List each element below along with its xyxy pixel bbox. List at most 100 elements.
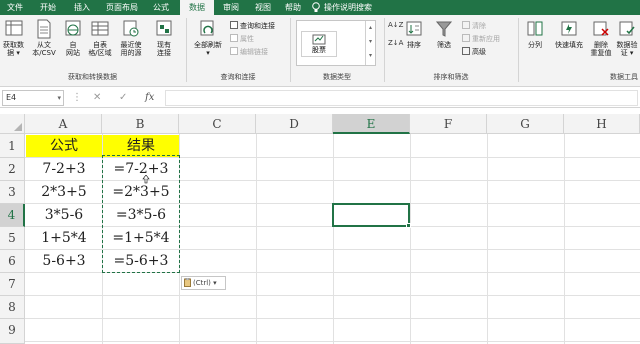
row-header-2[interactable]: 2 bbox=[0, 158, 25, 181]
get-data-label-2: 据 ▾ bbox=[7, 49, 20, 57]
select-all-corner[interactable] bbox=[0, 114, 25, 134]
data-types-gallery[interactable]: 股票 ▴ ▾ ▾ bbox=[296, 20, 376, 66]
cell-a5[interactable]: 1+5*4 bbox=[26, 227, 102, 249]
row-header-9[interactable]: 9 bbox=[0, 319, 25, 344]
more-options-icon[interactable]: ⋮ bbox=[72, 91, 82, 105]
spreadsheet-grid: A B C D E F G H 1 2 3 4 5 6 7 8 9 公式 结果 … bbox=[0, 114, 640, 344]
from-web-label-1: 自 bbox=[69, 41, 77, 49]
row-header-8[interactable]: 8 bbox=[0, 296, 25, 319]
group-label-queries: 查询和连接 bbox=[220, 73, 256, 81]
reapply-icon bbox=[462, 34, 470, 42]
edit-links-button[interactable]: 编辑链接 bbox=[230, 47, 268, 57]
column-header-c[interactable]: C bbox=[179, 114, 256, 134]
column-header-a[interactable]: A bbox=[25, 114, 102, 134]
cell-a2[interactable]: 7-2+3 bbox=[26, 158, 102, 180]
properties-button[interactable]: 属性 bbox=[230, 34, 254, 44]
column-header-e[interactable]: E bbox=[333, 114, 410, 134]
clock-file-icon bbox=[123, 20, 139, 37]
filter-button[interactable]: 筛选 bbox=[432, 19, 456, 49]
row-header-5[interactable]: 5 bbox=[0, 227, 25, 250]
refresh-all-button[interactable]: 全部刷新 ▾ bbox=[190, 19, 226, 57]
remove-duplicates-label-2: 重复值 bbox=[590, 49, 612, 57]
name-box[interactable]: E4 ▾ bbox=[2, 90, 64, 106]
tab-data[interactable]: 数据 bbox=[180, 0, 214, 15]
column-header-g[interactable]: G bbox=[487, 114, 564, 134]
row-header-7[interactable]: 7 bbox=[0, 273, 25, 296]
split-columns-icon bbox=[527, 21, 543, 36]
tell-me-search[interactable]: 操作说明搜索 bbox=[324, 0, 384, 15]
get-data-button[interactable]: 获取数 据 ▾ bbox=[0, 19, 27, 57]
edit-links-icon bbox=[230, 47, 238, 55]
from-text-csv-button[interactable]: 从文 本/CSV bbox=[28, 19, 60, 57]
recent-sources-label-1: 最近使 bbox=[120, 41, 142, 49]
cell-a1[interactable]: 公式 bbox=[26, 135, 102, 157]
active-cell-e4[interactable] bbox=[332, 203, 410, 227]
name-box-dropdown-icon[interactable]: ▾ bbox=[57, 91, 61, 105]
filter-label: 筛选 bbox=[437, 41, 451, 49]
group-label-data-types: 数据类型 bbox=[323, 73, 351, 81]
ribbon: 获取数 据 ▾ 从文 本/CSV 自 网站 自表 格/区域 最近使 用的源 现有… bbox=[0, 15, 640, 87]
tab-insert[interactable]: 插入 bbox=[66, 0, 98, 15]
flash-fill-button[interactable]: 快速填充 bbox=[550, 19, 588, 49]
properties-label: 属性 bbox=[240, 35, 254, 43]
insert-function-icon[interactable]: fx bbox=[145, 91, 154, 105]
reapply-label: 重新应用 bbox=[472, 35, 500, 43]
name-box-value: E4 bbox=[6, 93, 17, 102]
row-header-3[interactable]: 3 bbox=[0, 181, 25, 204]
cancel-icon[interactable]: ✕ bbox=[93, 91, 101, 105]
cell-a3[interactable]: 2*3+5 bbox=[26, 181, 102, 203]
row-header-1[interactable]: 1 bbox=[0, 134, 25, 158]
sort-icon bbox=[406, 21, 422, 36]
queries-icon bbox=[230, 21, 238, 29]
existing-connections-button[interactable]: 现有 连接 bbox=[150, 19, 178, 57]
from-web-button[interactable]: 自 网站 bbox=[61, 19, 85, 57]
column-header-b[interactable]: B bbox=[102, 114, 179, 134]
column-header-f[interactable]: F bbox=[410, 114, 487, 134]
tab-file[interactable]: 文件 bbox=[0, 0, 30, 15]
from-table-range-button[interactable]: 自表 格/区域 bbox=[86, 19, 114, 57]
formula-bar: E4 ▾ ⋮ ✕ ✓ fx bbox=[0, 88, 640, 108]
tab-help[interactable]: 帮助 bbox=[278, 0, 308, 15]
grid-line bbox=[25, 295, 640, 296]
from-web-label-2: 网站 bbox=[66, 49, 80, 57]
stock-type-button[interactable]: 股票 bbox=[301, 31, 337, 57]
flash-fill-label: 快速填充 bbox=[555, 41, 583, 49]
tab-formulas[interactable]: 公式 bbox=[146, 0, 176, 15]
tab-view[interactable]: 视图 bbox=[248, 0, 278, 15]
queries-connections-button[interactable]: 查询和连接 bbox=[230, 21, 275, 31]
row-header-6[interactable]: 6 bbox=[0, 250, 25, 273]
clear-filter-button[interactable]: 清除 bbox=[462, 21, 486, 31]
enter-icon[interactable]: ✓ bbox=[119, 91, 127, 105]
clear-label: 清除 bbox=[472, 22, 486, 30]
gallery-scroll[interactable]: ▴ ▾ ▾ bbox=[365, 21, 375, 65]
properties-icon bbox=[230, 34, 238, 42]
advanced-filter-button[interactable]: 高级 bbox=[462, 47, 486, 57]
database-icon bbox=[5, 20, 22, 36]
tab-home[interactable]: 开始 bbox=[32, 0, 64, 15]
column-header-h[interactable]: H bbox=[564, 114, 640, 134]
grid-line bbox=[487, 134, 488, 344]
sort-label: 排序 bbox=[407, 41, 421, 49]
row-header-4[interactable]: 4 bbox=[0, 204, 25, 227]
tab-page-layout[interactable]: 页面布局 bbox=[100, 0, 144, 15]
cell-b1[interactable]: 结果 bbox=[103, 135, 179, 157]
data-validation-button[interactable]: 数据验 证 ▾ bbox=[614, 19, 640, 57]
remove-duplicates-button[interactable]: 删除 重复值 bbox=[589, 19, 613, 57]
paste-options-button[interactable]: (Ctrl) ▾ bbox=[181, 276, 226, 290]
connections-icon bbox=[156, 20, 172, 36]
recent-sources-label-2: 用的源 bbox=[120, 49, 142, 57]
text-to-columns-button[interactable]: 分列 bbox=[522, 19, 548, 49]
cell-a6[interactable]: 5-6+3 bbox=[26, 250, 102, 272]
sort-button[interactable]: 排序 bbox=[402, 19, 426, 49]
get-data-label-1: 获取数 bbox=[3, 41, 24, 49]
ribbon-tab-bar: 文件 开始 插入 页面布局 公式 数据 审阅 视图 帮助 操作说明搜索 bbox=[0, 0, 640, 15]
tab-review[interactable]: 审阅 bbox=[216, 0, 246, 15]
cell-a4[interactable]: 3*5-6 bbox=[26, 204, 102, 226]
recent-sources-button[interactable]: 最近使 用的源 bbox=[116, 19, 146, 57]
column-header-d[interactable]: D bbox=[256, 114, 333, 134]
formula-input[interactable] bbox=[165, 90, 638, 106]
fill-handle[interactable] bbox=[406, 223, 411, 228]
group-separator bbox=[186, 18, 187, 82]
grid-line bbox=[564, 134, 565, 344]
reapply-button[interactable]: 重新应用 bbox=[462, 34, 500, 44]
